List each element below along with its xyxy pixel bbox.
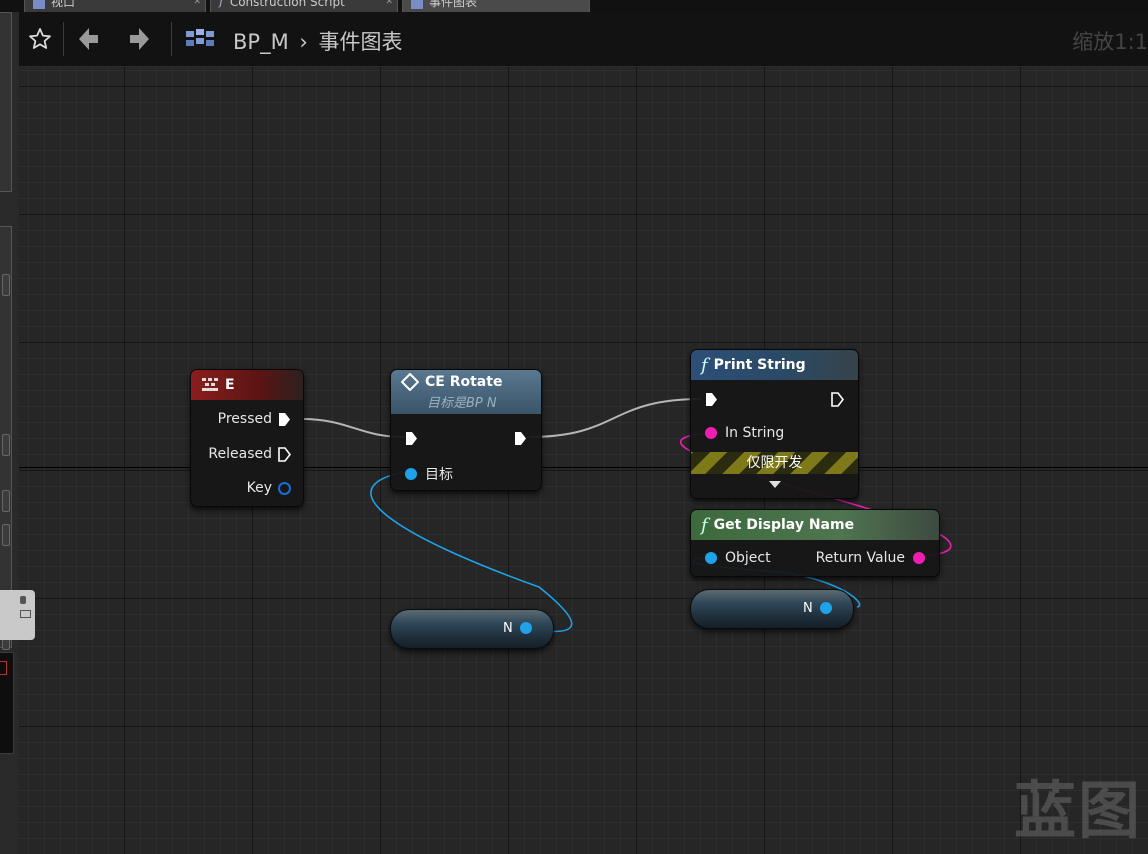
variable-n-label: N <box>803 601 813 616</box>
breadcrumb-blueprint[interactable]: BP_M <box>233 30 289 54</box>
key-event-title: E <box>225 377 235 393</box>
exec-pin-filled-icon <box>279 412 290 426</box>
event-graph-canvas[interactable]: E Pressed Released Key CE Rotate 目标是BP N <box>19 67 1148 854</box>
breadcrumb-separator: › <box>299 30 308 54</box>
exec-pin-empty-icon <box>278 446 291 462</box>
left-panel-handle[interactable] <box>2 274 10 296</box>
object-pin[interactable]: Object <box>705 550 771 566</box>
ce-rotate-node[interactable]: CE Rotate 目标是BP N 目标 <box>390 369 542 491</box>
ce-rotate-subtitle: 目标是BP N <box>427 396 497 411</box>
function-icon: f <box>701 354 708 376</box>
target-pin[interactable]: 目标 <box>405 464 453 484</box>
panel-icon <box>20 610 31 618</box>
ce-rotate-exec-in-pin[interactable] <box>405 431 418 446</box>
variable-n-label: N <box>503 621 513 636</box>
left-panel-handle[interactable] <box>2 524 10 546</box>
ce-rotate-title: CE Rotate <box>425 374 503 390</box>
left-panel-handle[interactable] <box>2 490 10 512</box>
variable-n-node[interactable]: N <box>390 609 554 649</box>
print-string-exec-out-pin[interactable] <box>831 392 844 407</box>
blueprint-class-button[interactable] <box>183 22 217 56</box>
in-string-pin[interactable]: In String <box>705 425 784 441</box>
expand-arrow-icon[interactable] <box>768 480 782 489</box>
back-button[interactable] <box>73 22 103 56</box>
return-value-pin[interactable]: Return Value <box>816 550 925 566</box>
variable-n-node[interactable]: N <box>690 589 854 629</box>
breadcrumb: BP_M › 事件图表 <box>233 26 402 56</box>
exec-wire-rotate-to-print <box>528 398 702 438</box>
event-graph-icon <box>411 0 423 9</box>
tab-strip: 视口 ✕ f Construction Script ✕ 事件图表 <box>0 0 1148 13</box>
object-pin-icon <box>405 468 417 480</box>
development-only-banner: 仅限开发 <box>691 452 858 474</box>
pressed-pin[interactable]: Pressed <box>218 411 291 427</box>
key-pin[interactable]: Key <box>247 480 291 496</box>
string-pin-icon <box>705 427 717 439</box>
keyboard-icon <box>202 378 218 391</box>
arrow-left-icon <box>79 28 98 50</box>
function-icon: f <box>701 514 708 536</box>
star-icon <box>29 28 51 49</box>
graph-toolbar: BP_M › 事件图表 缩放1:1 <box>19 12 1148 67</box>
left-panel-handle[interactable] <box>2 434 10 456</box>
blueprint-grid-icon <box>186 29 214 46</box>
key-event-header[interactable]: E <box>191 370 303 400</box>
tab-close-icon[interactable]: ✕ <box>193 0 201 7</box>
get-display-name-header[interactable]: f Get Display Name <box>691 510 939 540</box>
pin-icon <box>20 596 26 604</box>
released-pin[interactable]: Released <box>208 446 291 462</box>
wire-layer <box>301 398 952 633</box>
object-pin-icon[interactable] <box>820 602 832 614</box>
side-dark-panel <box>0 652 14 754</box>
struct-pin-icon <box>278 481 291 495</box>
get-display-name-title: Get Display Name <box>713 517 855 533</box>
arrow-right-icon <box>130 28 149 50</box>
object-wire-n-to-target <box>370 470 573 633</box>
get-display-name-node[interactable]: f Get Display Name Object Return Value <box>690 509 940 577</box>
print-string-header[interactable]: f Print String <box>691 350 858 380</box>
pinned-panel[interactable] <box>0 590 35 640</box>
favorite-star-button[interactable] <box>25 22 55 56</box>
ce-rotate-exec-out-pin[interactable] <box>514 431 527 446</box>
print-string-node[interactable]: f Print String In String 仅限开发 <box>690 349 859 499</box>
breadcrumb-graph[interactable]: 事件图表 <box>318 30 402 54</box>
print-string-exec-in-pin[interactable] <box>705 392 718 407</box>
zoom-level: 缩放1:1 <box>1072 30 1148 54</box>
object-pin-icon <box>705 552 717 564</box>
custom-event-diamond-icon <box>401 373 419 391</box>
print-string-title: Print String <box>713 357 806 373</box>
error-marker-icon <box>0 661 7 675</box>
string-pin-icon <box>913 552 925 564</box>
tab-close-icon[interactable]: ✕ <box>385 0 393 7</box>
forward-button[interactable] <box>125 22 155 56</box>
function-icon: f <box>219 0 224 9</box>
object-pin-icon[interactable] <box>520 622 532 634</box>
blueprint-watermark: 蓝图 <box>1013 774 1142 847</box>
left-panel-segment <box>0 12 12 192</box>
key-event-node[interactable]: E Pressed Released Key <box>190 369 304 507</box>
ce-rotate-header[interactable]: CE Rotate 目标是BP N <box>391 370 541 414</box>
viewport-grid-icon <box>33 0 45 9</box>
